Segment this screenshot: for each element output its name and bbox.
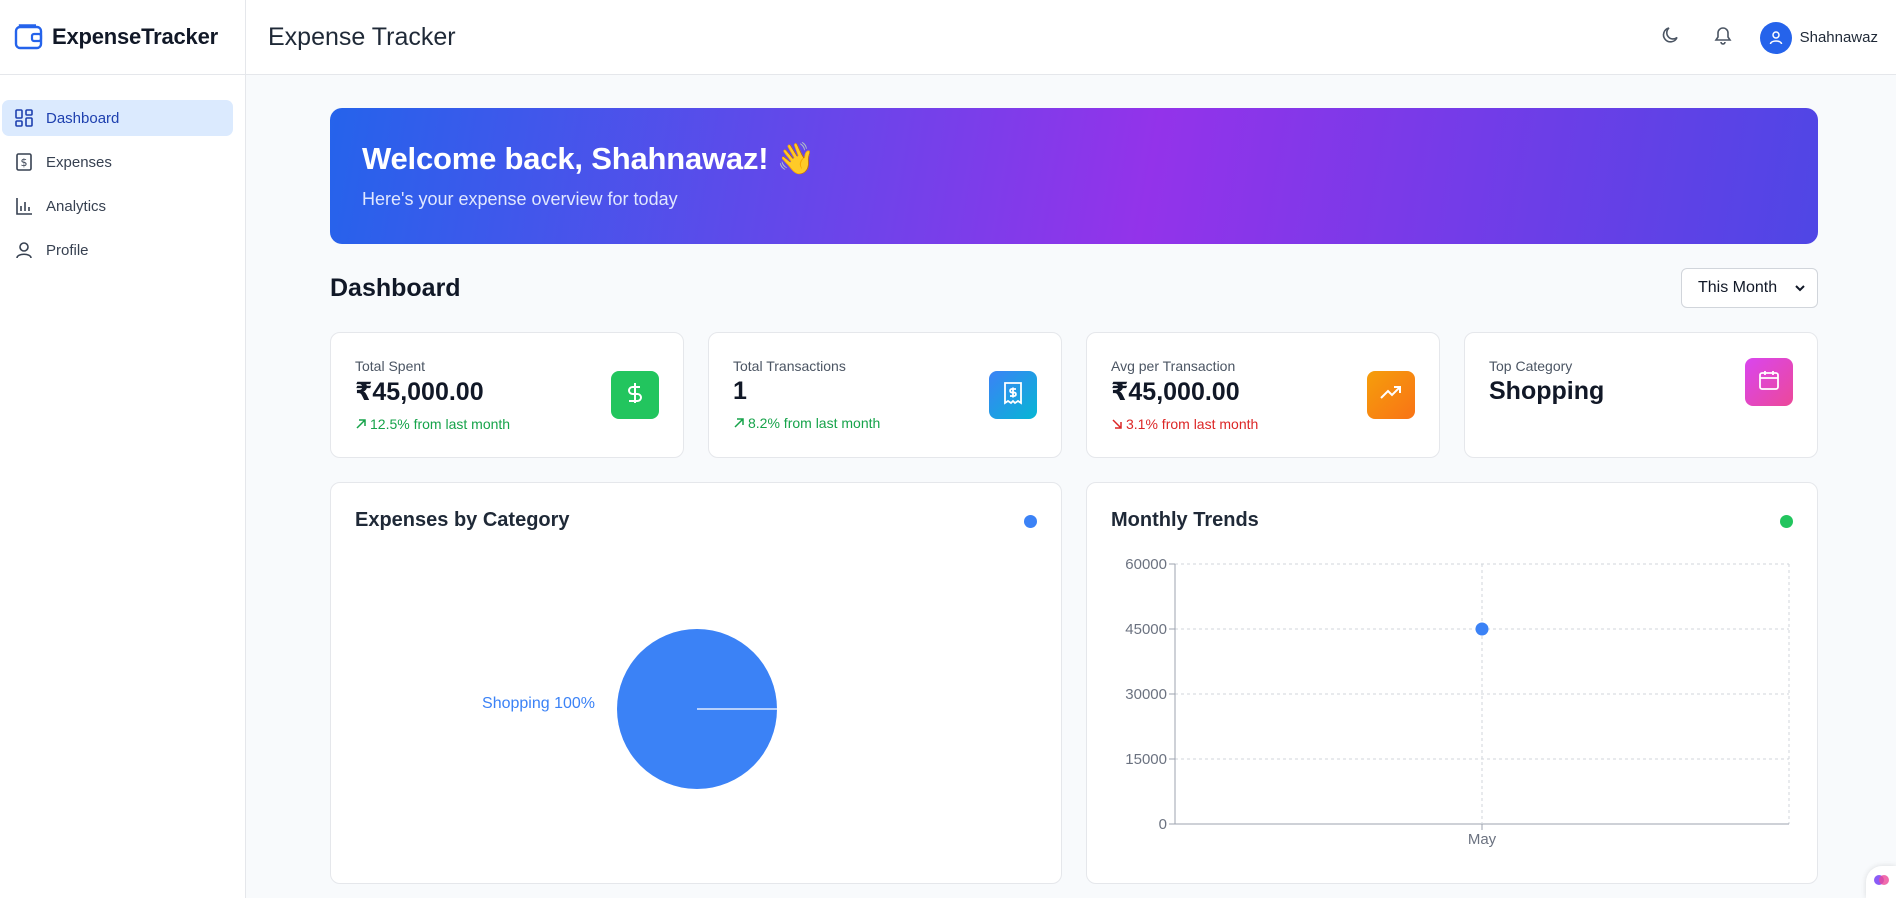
main-content: Welcome back, Shahnawaz! 👋 Here's your e… <box>330 108 1818 884</box>
sidebar-item-label: Dashboard <box>46 109 120 127</box>
avatar <box>1759 21 1792 54</box>
stat-icon-badge <box>1367 371 1415 419</box>
pie-slice-label: Shopping 100% <box>482 695 595 712</box>
period-select[interactable]: This Month <box>1681 268 1818 308</box>
stats-row: Total Spent ₹45,000.00 12.5% from last m… <box>330 332 1818 458</box>
stat-card-avg-transaction: Avg per Transaction ₹45,000.00 3.1% from… <box>1086 332 1440 458</box>
page-title: Expense Tracker <box>268 22 456 51</box>
stat-icon-badge <box>611 371 659 419</box>
arrow-up-right-icon <box>355 418 367 430</box>
sidebar-item-label: Expenses <box>46 153 112 171</box>
sidebar-item-expenses[interactable]: $ Expenses <box>2 144 233 180</box>
charts-row: Expenses by Category Shopping 100% Month… <box>330 482 1818 884</box>
y-tick-label: 0 <box>1159 816 1167 833</box>
trending-up-icon <box>1379 381 1403 410</box>
sidebar-item-profile[interactable]: Profile <box>2 232 233 268</box>
dashboard-title: Dashboard <box>330 274 461 302</box>
bell-icon <box>1713 25 1733 50</box>
calendar-icon <box>1758 369 1780 396</box>
brand[interactable]: ExpenseTracker <box>0 0 245 75</box>
dark-mode-toggle[interactable] <box>1656 23 1686 53</box>
x-tick-label: May <box>1468 831 1497 848</box>
svg-text:$: $ <box>21 156 28 169</box>
expenses-by-category-card: Expenses by Category Shopping 100% <box>330 482 1062 884</box>
y-tick-label: 15000 <box>1125 751 1167 768</box>
dollar-icon <box>623 381 647 410</box>
arrow-up-right-icon <box>733 417 745 429</box>
period-select-value: This Month <box>1698 279 1778 296</box>
chevron-down-icon <box>1793 281 1807 300</box>
notifications-button[interactable] <box>1708 23 1738 53</box>
bar-chart-icon <box>14 196 34 216</box>
dashboard-icon <box>14 108 34 128</box>
sidebar: ExpenseTracker Dashboard $ Expenses Anal… <box>0 0 246 898</box>
y-tick-label: 45000 <box>1125 621 1167 638</box>
y-tick-label: 30000 <box>1125 686 1167 703</box>
brand-name: ExpenseTracker <box>52 24 218 49</box>
user-name: Shahnawaz <box>1799 29 1878 46</box>
stat-card-total-spent: Total Spent ₹45,000.00 12.5% from last m… <box>330 332 684 458</box>
sidebar-item-analytics[interactable]: Analytics <box>2 188 233 224</box>
sidebar-item-dashboard[interactable]: Dashboard <box>2 100 233 136</box>
sidebar-item-label: Profile <box>46 241 89 259</box>
welcome-subtitle: Here's your expense overview for today <box>362 189 678 209</box>
welcome-greeting: Welcome back, Shahnawaz! 👋 <box>362 141 816 176</box>
arrow-down-right-icon <box>1111 418 1123 430</box>
welcome-banner: Welcome back, Shahnawaz! 👋 Here's your e… <box>330 108 1818 244</box>
sidebar-nav: Dashboard $ Expenses Analytics Profile <box>0 75 245 268</box>
stat-change-text: 12.5% from last month <box>370 416 511 432</box>
user-menu[interactable]: Shahnawaz <box>1759 21 1878 54</box>
stat-change-text: 8.2% from last month <box>748 415 881 431</box>
data-point[interactable] <box>1475 622 1489 636</box>
wallet-icon <box>14 23 44 51</box>
stat-icon-badge <box>989 371 1037 419</box>
brain-icon <box>1873 872 1889 893</box>
y-tick-label: 60000 <box>1125 556 1167 573</box>
stat-card-total-transactions: Total Transactions 1 8.2% from last mont… <box>708 332 1062 458</box>
monthly-trends-card: Monthly Trends 0 15000 30000 45000 60000 May <box>1086 482 1818 884</box>
line-chart: 0 15000 30000 45000 60000 May <box>1125 556 1790 848</box>
moon-icon <box>1661 25 1681 50</box>
dashboard-header: Dashboard This Month <box>330 244 1818 332</box>
sidebar-item-label: Analytics <box>46 197 107 215</box>
receipt-icon: $ <box>14 152 34 172</box>
stat-icon-badge <box>1745 358 1793 406</box>
pie-chart: Shopping 100% <box>482 629 777 789</box>
user-icon <box>14 240 34 260</box>
stat-change-text: 3.1% from last month <box>1126 416 1259 432</box>
receipt-icon <box>1002 381 1024 410</box>
top-header: Expense Tracker Shahnawaz <box>246 0 1896 75</box>
stat-card-top-category: Top Category Shopping <box>1464 332 1818 458</box>
assistant-button[interactable] <box>1866 866 1896 898</box>
header-tools: Shahnawaz <box>1656 0 1878 75</box>
